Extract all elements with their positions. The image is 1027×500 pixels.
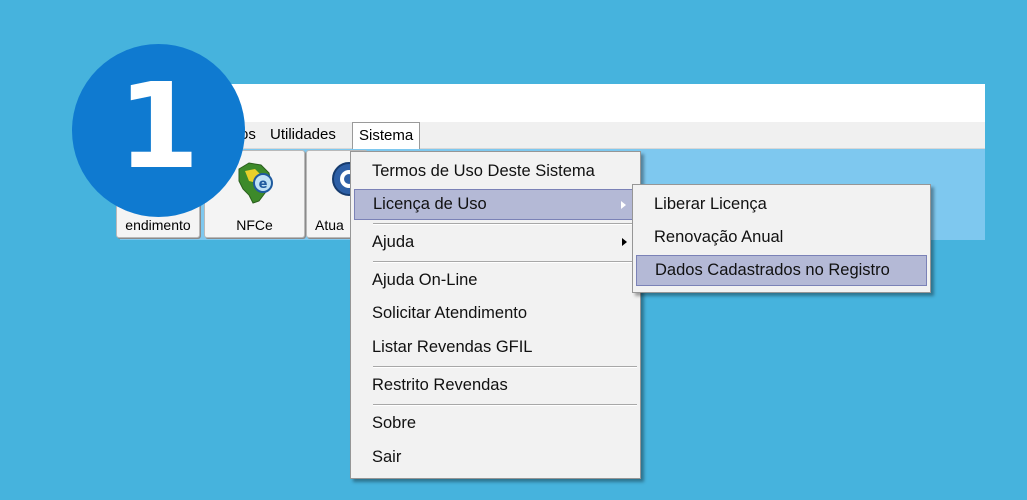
menu-item-licenca-de-uso[interactable]: Licença de Uso: [354, 189, 637, 220]
step-number-badge: 1: [72, 44, 245, 217]
menu-separator: [373, 366, 637, 368]
menu-item-restrito-revendas[interactable]: Restrito Revendas: [354, 370, 637, 401]
menu-item-termos-de-uso[interactable]: Termos de Uso Deste Sistema: [354, 156, 637, 187]
submenu-item-dados-cadastrados[interactable]: Dados Cadastrados no Registro: [636, 255, 927, 286]
menu-item-label: Ajuda: [372, 233, 415, 251]
submenu-arrow-icon: [622, 238, 627, 246]
menu-separator: [373, 261, 637, 263]
submenu-item-liberar-licenca[interactable]: Liberar Licença: [636, 189, 927, 220]
menu-item-ajuda-online[interactable]: Ajuda On-Line: [354, 265, 637, 296]
menubar-item-sistema[interactable]: Sistema: [352, 122, 421, 149]
sistema-dropdown-menu: Termos de Uso Deste Sistema Licença de U…: [350, 151, 641, 479]
menu-separator: [373, 404, 637, 406]
menu-item-sobre[interactable]: Sobre: [354, 408, 637, 439]
menu-bar: os Utilidades Sistema: [120, 122, 985, 149]
menu-item-sair[interactable]: Sair: [354, 442, 637, 473]
nfce-icon: e: [238, 162, 273, 204]
menu-item-solicitar-atendimento[interactable]: Solicitar Atendimento: [354, 298, 637, 329]
svg-text:e: e: [259, 177, 268, 192]
menu-item-ajuda[interactable]: Ajuda: [354, 227, 637, 258]
menubar-item-utilidades[interactable]: Utilidades: [270, 122, 336, 148]
menu-separator: [373, 223, 637, 225]
toolbar-button-label: endimento: [125, 217, 191, 233]
submenu-arrow-icon: [621, 201, 626, 209]
submenu-item-renovacao-anual[interactable]: Renovação Anual: [636, 222, 927, 253]
menu-item-listar-revendas[interactable]: Listar Revendas GFIL: [354, 332, 637, 363]
title-bar: [120, 84, 985, 122]
menu-item-label: Licença de Uso: [373, 195, 487, 213]
licenca-submenu: Liberar Licença Renovação Anual Dados Ca…: [632, 184, 931, 293]
toolbar-button-label: NFCe: [236, 217, 273, 233]
